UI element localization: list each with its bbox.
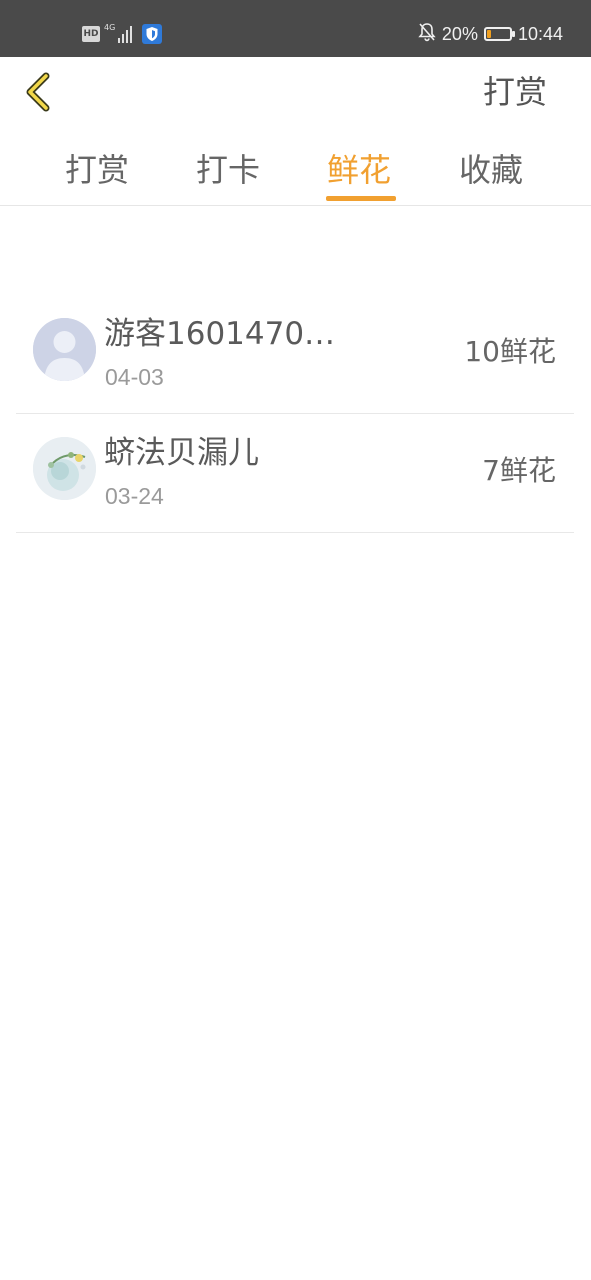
- tab-checkin[interactable]: 打卡: [196, 148, 260, 192]
- battery-fill: [486, 30, 491, 38]
- list-item[interactable]: 蛴法贝漏儿 03-24 7鲜花: [16, 415, 574, 533]
- item-date: 03-24: [105, 483, 164, 509]
- back-button[interactable]: [18, 68, 62, 116]
- photo-avatar-icon: [33, 437, 96, 500]
- network-type: 4G: [104, 23, 116, 32]
- signal-icon: [118, 25, 133, 43]
- item-name: 蛴法贝漏儿: [104, 435, 259, 471]
- flower-count: 7鲜花: [482, 454, 556, 487]
- mute-bell-icon: [418, 22, 436, 47]
- battery-tip: [511, 31, 515, 37]
- chevron-left-icon: [26, 72, 50, 112]
- tab-reward[interactable]: 打赏: [65, 148, 129, 192]
- avatar: [33, 318, 96, 381]
- hd-icon: HD: [82, 26, 100, 42]
- tab-favorites[interactable]: 收藏: [459, 148, 523, 192]
- tab-bar: 打赏 打卡 鲜花 收藏: [0, 140, 591, 206]
- item-name: 游客1601470…: [104, 316, 336, 352]
- active-tab-indicator: [326, 196, 396, 201]
- shield-icon: [142, 24, 163, 44]
- battery-icon: [483, 27, 515, 41]
- avatar: [33, 437, 96, 500]
- clock: 10:44: [517, 23, 563, 44]
- status-bar-right: 20% 10:44: [418, 22, 563, 46]
- default-avatar-icon: [33, 318, 96, 381]
- flower-count: 10鲜花: [464, 335, 556, 368]
- status-bar: HD 4G 20% 10:44: [0, 0, 591, 57]
- list-item[interactable]: 游客1601470… 04-03 10鲜花: [16, 296, 574, 414]
- reward-action-button[interactable]: 打赏: [483, 70, 547, 114]
- item-date: 04-03: [105, 364, 164, 390]
- tab-flowers[interactable]: 鲜花: [327, 148, 391, 192]
- battery-percent: 20%: [441, 23, 478, 44]
- status-bar-left: HD 4G: [82, 22, 163, 46]
